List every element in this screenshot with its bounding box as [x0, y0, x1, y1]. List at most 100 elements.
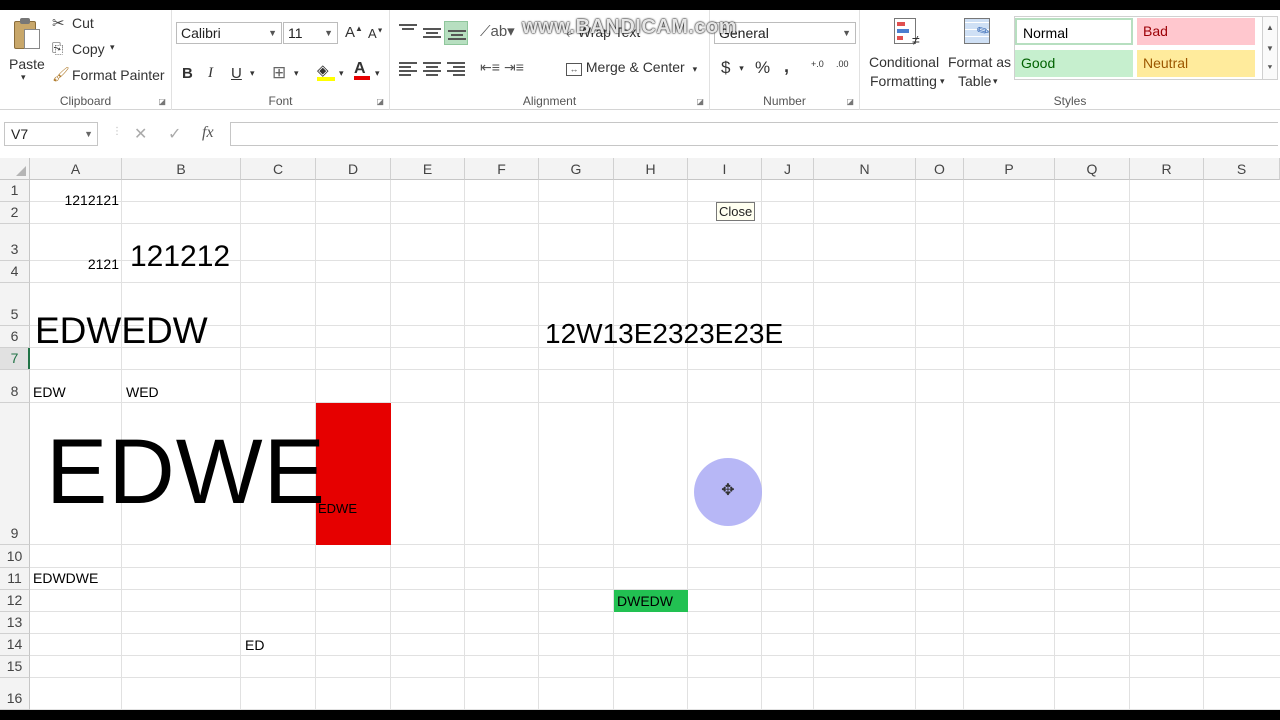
cut-button[interactable]: ✂ Cut: [52, 14, 112, 34]
gallery-more-icon[interactable]: ⯆: [1263, 59, 1277, 79]
cell-c13[interactable]: ED: [245, 637, 264, 653]
cell-d8[interactable]: EDWE: [318, 501, 357, 516]
italic-button[interactable]: I: [208, 65, 213, 82]
column-header-n[interactable]: N: [814, 158, 916, 180]
row-header-3[interactable]: 3: [0, 224, 30, 261]
increase-indent-icon[interactable]: ⇥≡: [504, 59, 524, 76]
row-header-10[interactable]: 10: [0, 545, 30, 568]
row-header-4[interactable]: 4: [0, 261, 30, 283]
style-good[interactable]: Good: [1015, 50, 1133, 77]
middle-align-icon[interactable]: [423, 28, 441, 42]
align-center-icon[interactable]: [423, 62, 441, 76]
increase-decimal-button[interactable]: +.0: [811, 60, 824, 69]
row-header-12[interactable]: 12: [0, 590, 30, 612]
increase-font-size-button[interactable]: A▲: [345, 24, 363, 41]
cell-a5[interactable]: EDWEDW: [35, 310, 208, 352]
style-bad[interactable]: Bad: [1137, 18, 1255, 45]
cell-a3[interactable]: 2121: [31, 256, 119, 272]
column-header-r[interactable]: R: [1130, 158, 1204, 180]
fill-color-button[interactable]: ◈: [317, 61, 335, 81]
percent-button[interactable]: %: [755, 58, 770, 78]
column-header-c[interactable]: C: [241, 158, 316, 180]
row-header-5[interactable]: 5: [0, 283, 30, 326]
font-name-select[interactable]: Calibri ▼: [176, 22, 282, 44]
name-box[interactable]: V7 ▼: [4, 122, 98, 146]
number-launcher-icon[interactable]: ◪: [846, 97, 854, 106]
style-neutral[interactable]: Neutral: [1137, 50, 1255, 77]
copy-button[interactable]: ⎘ Copy ▾: [52, 40, 132, 60]
font-size-select[interactable]: 11 ▼: [283, 22, 338, 44]
column-header-p[interactable]: P: [964, 158, 1055, 180]
cell-a10[interactable]: EDWDWE: [33, 570, 98, 586]
column-header-h[interactable]: H: [614, 158, 688, 180]
column-header-i[interactable]: I: [688, 158, 762, 180]
decrease-indent-icon[interactable]: ⇤≡: [480, 59, 500, 76]
decrease-font-size-button[interactable]: A▼: [368, 26, 384, 41]
row-header-14[interactable]: 14: [0, 634, 30, 656]
row-header-16[interactable]: 16: [0, 678, 30, 710]
cancel-icon[interactable]: ✕: [134, 124, 147, 144]
row-header-11[interactable]: 11: [0, 568, 30, 590]
cell-a8[interactable]: EDWE: [46, 422, 326, 522]
copy-dropdown-icon[interactable]: ▾: [110, 42, 115, 53]
orientation-icon[interactable]: ⟋ab▾: [480, 22, 515, 40]
format-painter-button[interactable]: 🖌 Format Painter: [52, 66, 168, 86]
column-header-a[interactable]: A: [30, 158, 122, 180]
underline-dropdown-icon[interactable]: ▾: [250, 68, 255, 79]
font-color-dropdown-icon[interactable]: ▾: [375, 68, 380, 79]
alignment-launcher-icon[interactable]: ◪: [696, 97, 704, 106]
fill-color-dropdown-icon[interactable]: ▾: [339, 68, 344, 79]
decrease-decimal-button[interactable]: .00: [836, 60, 849, 69]
enter-icon[interactable]: ✓: [168, 124, 181, 144]
row-header-8[interactable]: 8: [0, 370, 30, 403]
paste-dropdown-icon[interactable]: ▾: [21, 72, 26, 83]
column-header-j[interactable]: J: [762, 158, 814, 180]
column-header-b[interactable]: B: [122, 158, 241, 180]
currency-button[interactable]: $ ▾: [721, 58, 744, 78]
row-header-15[interactable]: 15: [0, 656, 30, 678]
top-align-icon[interactable]: [399, 24, 417, 38]
select-all-corner[interactable]: [0, 158, 30, 180]
row-header-7[interactable]: 7: [0, 348, 30, 370]
cell-b7[interactable]: WED: [126, 384, 159, 400]
underline-button[interactable]: U: [231, 65, 242, 82]
formula-input[interactable]: [230, 122, 1278, 146]
column-header-d[interactable]: D: [316, 158, 391, 180]
borders-dropdown-icon[interactable]: ▾: [294, 68, 299, 79]
align-right-icon[interactable]: [447, 62, 465, 76]
format-as-table-button[interactable]: ✎ Format as Table ▾: [948, 14, 1014, 92]
font-color-button[interactable]: A: [354, 60, 370, 80]
row-header-13[interactable]: 13: [0, 612, 30, 634]
column-header-f[interactable]: F: [465, 158, 539, 180]
worksheet-grid[interactable]: ABCDEFGHIJNOPQRS 1 2 3 4 5 6 7 8 9 10 11 12 13 14 15 16…: [0, 158, 1280, 710]
currency-dropdown-icon[interactable]: ▾: [739, 63, 744, 73]
gallery-down-icon[interactable]: ▼: [1263, 38, 1277, 59]
column-header-q[interactable]: Q: [1055, 158, 1130, 180]
column-header-g[interactable]: G: [539, 158, 614, 180]
red-filled-cell-d8[interactable]: [316, 403, 391, 545]
merge-dropdown-icon[interactable]: ▾: [693, 64, 698, 74]
style-normal[interactable]: Normal: [1015, 18, 1133, 45]
cell-g5[interactable]: 12W13E2323E23E: [545, 318, 783, 350]
comma-button[interactable]: ,: [784, 56, 789, 77]
cell-h11[interactable]: DWEDW: [617, 593, 673, 609]
gallery-up-icon[interactable]: ▲: [1263, 17, 1277, 38]
borders-icon[interactable]: ⊞: [272, 63, 286, 83]
cell-b3[interactable]: 121212: [130, 240, 230, 274]
cell-a7[interactable]: EDW: [33, 384, 66, 400]
merge-center-button[interactable]: ↔ Merge & Center ▾: [566, 59, 697, 76]
clipboard-launcher-icon[interactable]: ◪: [158, 97, 166, 106]
column-header-s[interactable]: S: [1204, 158, 1280, 180]
row-header-6[interactable]: 6: [0, 326, 30, 348]
row-header-1[interactable]: 1: [0, 180, 30, 202]
bottom-align-button[interactable]: [444, 21, 468, 45]
align-left-icon[interactable]: [399, 62, 417, 76]
paste-button[interactable]: Paste ▾: [2, 12, 48, 92]
insert-function-icon[interactable]: fx: [202, 124, 214, 142]
font-launcher-icon[interactable]: ◪: [376, 97, 384, 106]
conditional-formatting-button[interactable]: ≠ Conditional Formatting ▾: [864, 14, 948, 92]
column-header-e[interactable]: E: [391, 158, 465, 180]
bold-button[interactable]: B: [182, 65, 193, 82]
row-header-2[interactable]: 2: [0, 202, 30, 224]
column-header-o[interactable]: O: [916, 158, 964, 180]
